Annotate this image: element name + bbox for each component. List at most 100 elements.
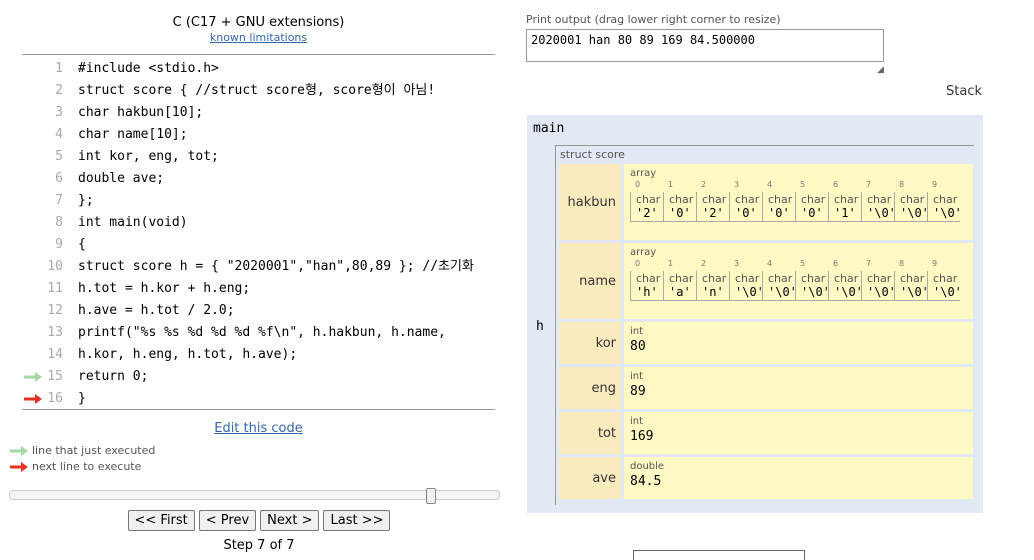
array-cell: 9 char '\0' xyxy=(927,259,962,307)
array-cell: 0 char '2' xyxy=(630,180,663,228)
array-index: 2 xyxy=(701,180,707,189)
array-index: 9 xyxy=(932,180,938,189)
array-index: 5 xyxy=(800,180,806,189)
line-number: 16 xyxy=(47,391,63,406)
cell-value: '\0' xyxy=(801,285,830,299)
next-button[interactable]: Next > xyxy=(260,510,320,531)
array-index: 2 xyxy=(701,259,707,268)
variable-name: h xyxy=(536,319,544,334)
last-button[interactable]: Last >> xyxy=(323,510,391,531)
type-label: double xyxy=(630,461,665,472)
array-cell: 6 char '1' xyxy=(828,180,861,228)
code-text: struct score h = { "2020001","han",80,89… xyxy=(78,259,474,274)
cell-type: char xyxy=(933,193,958,206)
code-line: 6 double ave; xyxy=(22,168,495,190)
array-cell: 0 char'h' xyxy=(630,259,663,307)
code-text: h.ave = h.tot / 2.0; xyxy=(78,303,235,318)
array-index: 0 xyxy=(635,259,641,268)
cell-type: char xyxy=(636,272,661,285)
array-cell: 6 char '\0' xyxy=(828,259,863,307)
cell-type: char xyxy=(768,193,793,206)
field-name-hakbun: hakbun xyxy=(559,164,621,240)
code-text: #include <stdio.h> xyxy=(78,61,219,76)
line-number: 6 xyxy=(55,171,63,186)
cell-type: char xyxy=(768,272,793,285)
language-label: C (C17 + GNU extensions) xyxy=(172,15,345,30)
code-line: 3 char hakbun[10]; xyxy=(22,102,495,124)
code-line: 9{ xyxy=(22,234,495,256)
code-line: 4 char name[10]; xyxy=(22,124,495,146)
code-line: 2 struct score { //struct score형, score형이… xyxy=(22,80,495,102)
known-limitations-link[interactable]: known limitations xyxy=(22,31,495,44)
first-button[interactable]: << First xyxy=(127,510,195,531)
green-arrow-icon xyxy=(10,446,28,456)
type-label: int xyxy=(630,326,644,337)
array-index: 5 xyxy=(800,259,806,268)
cell-value: '\0' xyxy=(933,206,962,220)
print-output-label: Print output (drag lower right corner to… xyxy=(526,13,781,26)
cell-value: '\0' xyxy=(834,285,863,299)
cell-value: '0' xyxy=(735,206,757,220)
array-cell: 7 char '\0' xyxy=(861,259,896,307)
resize-handle-icon[interactable]: ◢ xyxy=(877,65,884,75)
type-label: int xyxy=(630,416,644,427)
array-cell: 9 char '\0' xyxy=(927,180,962,228)
code-line: 10 struct score h = { "2020001","han",80,… xyxy=(22,256,495,278)
field-primitive-value: 169 xyxy=(630,429,654,444)
code-line: 1 #include <stdio.h> xyxy=(22,58,495,80)
step-slider-handle[interactable] xyxy=(426,488,437,504)
line-number: 3 xyxy=(55,105,63,120)
array-cell: 1 char '0' xyxy=(663,180,696,228)
print-output-box[interactable]: 2020001 han 80 89 169 84.500000 xyxy=(526,29,884,62)
type-label: array xyxy=(630,247,657,258)
array-index: 4 xyxy=(767,180,773,189)
line-number: 2 xyxy=(55,83,63,98)
code-text: h.kor, h.eng, h.tot, h.ave); xyxy=(78,347,298,362)
line-number: 4 xyxy=(55,127,63,142)
cell-value: 'a' xyxy=(669,285,691,299)
array-cell: 3 char '\0' xyxy=(729,259,764,307)
field-value-tot: int 169 xyxy=(624,412,973,454)
field-value-eng: int 89 xyxy=(624,367,973,409)
type-label: array xyxy=(630,168,657,179)
code-line: 16} xyxy=(22,388,495,410)
array-index: 3 xyxy=(734,259,740,268)
line-number: 14 xyxy=(47,347,63,362)
array-index: 7 xyxy=(866,180,872,189)
cell-value: 'h' xyxy=(636,285,658,299)
cell-value: '\0' xyxy=(867,206,896,220)
cell-type: char xyxy=(702,272,727,285)
line-number: 1 xyxy=(55,61,63,76)
code-line: 8 int main(void) xyxy=(22,212,495,234)
array-index: 8 xyxy=(899,180,905,189)
cell-type: char xyxy=(735,272,760,285)
legend-next: next line to execute xyxy=(10,460,141,473)
array-index: 7 xyxy=(866,259,872,268)
array-index: 3 xyxy=(734,180,740,189)
options-select[interactable] xyxy=(633,550,805,560)
cell-value: '1' xyxy=(834,206,856,220)
cell-type: char xyxy=(867,193,892,206)
legend-next-label: next line to execute xyxy=(32,460,142,473)
array-cell: 5 char '\0' xyxy=(795,259,830,307)
field-primitive-value: 84.5 xyxy=(630,474,662,489)
cell-type: char xyxy=(834,272,859,285)
code-listing: 1 #include <stdio.h> 2 struct score { //str… xyxy=(22,58,495,410)
struct-type-label: struct score xyxy=(560,148,625,161)
code-text: printf("%s %s %d %d %d %f\n", h.hakbun, … xyxy=(78,325,446,340)
code-line: 12 h.ave = h.tot / 2.0; xyxy=(22,300,495,322)
cell-type: char xyxy=(801,193,826,206)
code-line: 11 h.tot = h.kor + h.eng; xyxy=(22,278,495,300)
code-top-divider xyxy=(22,54,495,55)
edit-code-link[interactable]: Edit this code xyxy=(22,421,495,436)
line-number: 12 xyxy=(47,303,63,318)
array-cell: 7 char '\0' xyxy=(861,180,896,228)
prev-button[interactable]: < Prev xyxy=(198,510,257,531)
cell-type: char xyxy=(900,272,925,285)
code-line: 14 h.kor, h.eng, h.tot, h.ave); xyxy=(22,344,495,366)
cell-type: char xyxy=(669,272,694,285)
cell-value: '0' xyxy=(801,206,823,220)
cell-value: '\0' xyxy=(867,285,896,299)
field-name-kor: kor xyxy=(559,322,621,364)
cell-value: '0' xyxy=(669,206,691,220)
